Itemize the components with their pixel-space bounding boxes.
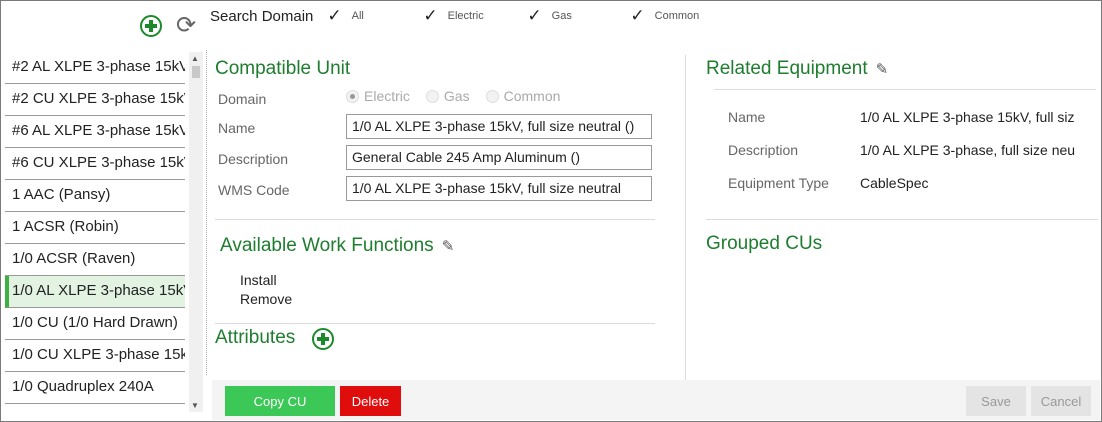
list-item[interactable]: 1/0 Quadruplex 240A [5,372,185,404]
domain-radio-electric[interactable]: Electric [346,88,410,104]
filter-electric-checkbox[interactable]: ✓ Electric [423,6,527,26]
work-function-item: Remove [240,291,293,307]
delete-button[interactable]: Delete [340,386,401,416]
check-icon: ✓ [630,6,645,25]
equipment-type-label: Equipment Type [728,175,829,191]
search-domain-label: Search Domain [210,7,314,25]
list-item[interactable]: #6 CU XLPE 3-phase 15kV [5,148,185,180]
filter-common-checkbox[interactable]: ✓ Common [630,6,699,26]
domain-radio-gas[interactable]: Gas [425,88,470,104]
list-item[interactable]: #6 AL XLPE 3-phase 15kV [5,116,185,148]
radio-dot-icon [346,89,359,103]
list-toolbar: ⟳ [140,14,196,38]
refresh-icon[interactable]: ⟳ [176,14,196,38]
list-item[interactable]: 10.02/1.77 ACSR (Merlin) [5,404,185,412]
radio-dot-icon [425,89,439,103]
list-item[interactable]: #2 AL XLPE 3-phase 15kV [5,52,185,84]
list-item-selected[interactable]: 1/0 AL XLPE 3-phase 15kV [5,276,185,308]
scroll-down-icon[interactable]: ▼ [191,401,199,410]
scroll-thumb[interactable] [192,66,200,78]
list-item[interactable]: 1/0 ACSR (Raven) [5,244,185,276]
wms-code-input[interactable]: 1/0 AL XLPE 3-phase 15kV, full size neut… [346,176,652,201]
wms-code-label: WMS Code [218,182,290,198]
name-label: Name [218,120,256,136]
list-item[interactable]: 1/0 CU (1/0 Hard Drawn) [5,308,185,340]
check-icon: ✓ [423,6,438,25]
compatible-unit-title: Compatible Unit [215,58,351,79]
cancel-button[interactable]: Cancel [1031,386,1091,416]
equipment-description-label: Description [728,142,799,158]
divider [685,55,686,380]
list-scrollbar[interactable]: ▲ ▼ [189,52,203,412]
grouped-cus-title: Grouped CUs [706,233,823,254]
radio-dot-icon [485,89,499,103]
filter-all-checkbox[interactable]: ✓ All [327,6,423,26]
domain-label: Domain [218,91,267,107]
check-icon: ✓ [527,6,542,25]
scroll-up-icon[interactable]: ▲ [191,54,199,63]
equipment-description-value: 1/0 AL XLPE 3-phase, full size neutral [860,142,1075,158]
equipment-name-label: Name [728,109,766,125]
name-input[interactable]: 1/0 AL XLPE 3-phase 15kV, full size neut… [346,114,652,139]
cu-list: #2 AL XLPE 3-phase 15kV #2 CU XLPE 3-pha… [5,52,185,412]
work-functions-title: Available Work Functions ✎ [220,235,455,256]
domain-radio-group: Electric Gas Common [346,88,560,104]
divider [215,219,655,220]
description-input[interactable]: General Cable 245 Amp Aluminum () [346,145,652,170]
domain-radio-common[interactable]: Common [485,88,560,104]
attributes-title: Attributes [215,327,296,348]
check-icon: ✓ [327,6,342,25]
divider [714,89,1096,90]
divider [206,50,207,375]
list-item[interactable]: #2 CU XLPE 3-phase 15kV [5,84,185,116]
divider [706,219,1098,220]
list-item[interactable]: 1 ACSR (Robin) [5,212,185,244]
equipment-name-value: 1/0 AL XLPE 3-phase 15kV, full size neut… [860,109,1075,125]
divider [215,323,655,324]
add-attribute-plus-icon[interactable] [312,328,334,350]
search-domain-bar: Search Domain ✓ All ✓ Electric ✓ Gas ✓ Commo… [210,6,699,26]
filter-gas-checkbox[interactable]: ✓ Gas [527,6,630,26]
edit-work-functions-pencil-icon[interactable]: ✎ [442,237,455,255]
equipment-type-value: CableSpec [860,175,929,191]
edit-related-equipment-pencil-icon[interactable]: ✎ [876,60,889,78]
copy-cu-button[interactable]: Copy CU [225,386,335,416]
add-cu-plus-icon[interactable] [140,15,162,37]
related-equipment-title: Related Equipment ✎ [706,58,889,79]
work-function-item: Install [240,272,277,288]
save-button[interactable]: Save [966,386,1026,416]
description-label: Description [218,151,289,167]
list-item[interactable]: 1/0 CU XLPE 3-phase 15kV [5,340,185,372]
list-item[interactable]: 1 AAC (Pansy) [5,180,185,212]
